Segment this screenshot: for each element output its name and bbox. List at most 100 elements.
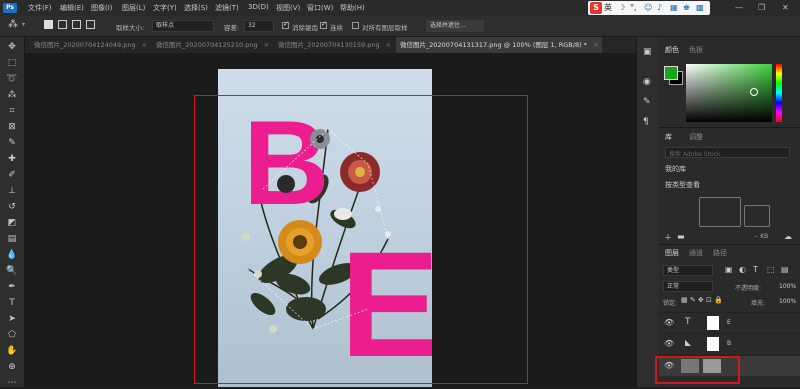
menu-edit[interactable]: 编辑(E) — [60, 3, 84, 13]
minimize-icon[interactable]: — — [735, 3, 743, 12]
doc-tab-1[interactable]: 微信图片_20200704124049.png × — [30, 37, 151, 53]
close-tab-icon[interactable]: × — [142, 41, 147, 49]
moon-icon[interactable]: ☽ — [618, 2, 625, 14]
select-and-mask-button[interactable]: 选择并遮住... — [426, 20, 484, 32]
paths-tab[interactable]: 路径 — [713, 248, 727, 258]
lasso-tool-icon[interactable]: ➰ — [4, 73, 20, 85]
hand-tool-icon[interactable]: ✋ — [4, 345, 20, 357]
toolbox-icon[interactable]: ▩ — [696, 2, 704, 14]
history-brush-icon[interactable]: ↺ — [4, 201, 20, 213]
menu-view[interactable]: 视图(V) — [276, 3, 300, 13]
menu-image[interactable]: 图像(I) — [91, 3, 113, 13]
doc-tab-4-active[interactable]: 微信图片_20200704131317.png @ 100% (图层 1, RG… — [396, 37, 603, 53]
subtract-selection-icon[interactable] — [72, 20, 81, 29]
swatches-tab[interactable]: 色板 — [689, 45, 703, 55]
contiguous-checkbox[interactable] — [320, 20, 327, 29]
magic-wand-tool-icon[interactable]: ⁂ — [4, 89, 20, 101]
close-tab-icon[interactable]: × — [264, 41, 269, 49]
healing-tool-icon[interactable]: ✚ — [4, 153, 20, 165]
color-panel-title[interactable]: 颜色 — [665, 45, 679, 55]
layer-row[interactable]: 👁 T E — [659, 312, 800, 333]
new-selection-icon[interactable] — [44, 20, 53, 29]
brush-tool-icon[interactable]: ✐ — [4, 169, 20, 181]
pen-tool-icon[interactable]: ✒ — [4, 281, 20, 293]
close-tab-icon[interactable]: × — [386, 41, 391, 49]
visibility-eye-icon[interactable]: 👁 — [664, 318, 674, 327]
close-tab-icon[interactable]: × — [593, 41, 598, 49]
visibility-eye-icon[interactable]: 👁 — [664, 339, 674, 348]
cloud-icon[interactable]: ☁ — [784, 232, 792, 241]
keyboard-icon[interactable]: ▦ — [670, 2, 678, 14]
layer-kind-filter[interactable]: 类型 — [663, 265, 713, 276]
color-picker-cursor[interactable] — [750, 88, 758, 96]
antialias-checkbox[interactable] — [282, 20, 289, 29]
close-icon[interactable]: ✕ — [782, 3, 789, 12]
menu-window[interactable]: 窗口(W) — [307, 3, 333, 13]
chevron-down-icon[interactable]: ▾ — [22, 21, 25, 28]
color-picker-field[interactable] — [686, 64, 772, 122]
menu-type[interactable]: 文字(Y) — [153, 3, 177, 13]
intersect-selection-icon[interactable] — [86, 20, 95, 29]
view-by-type-select[interactable]: 按类型查看 — [665, 180, 700, 190]
menu-3d[interactable]: 3D(D) — [248, 3, 269, 11]
filter-shape-icon[interactable]: ⬚ — [767, 265, 775, 274]
adjustments-tab[interactable]: 调整 — [689, 132, 703, 142]
properties-panel-icon[interactable]: ◉ — [643, 77, 651, 87]
crop-tool-icon[interactable]: ⌗ — [4, 105, 20, 117]
layers-panel-title[interactable]: 图层 — [665, 248, 679, 258]
blend-mode-select[interactable]: 正常 — [663, 281, 713, 292]
menu-select[interactable]: 选择(S) — [184, 3, 208, 13]
add-selection-icon[interactable] — [58, 20, 67, 29]
skin-icon[interactable]: ♚ — [683, 2, 690, 14]
menu-layer[interactable]: 图层(L) — [122, 3, 145, 13]
folder-add-icon[interactable]: ▬ — [677, 232, 685, 241]
move-tool-icon[interactable]: ✥ — [4, 41, 20, 53]
type-tool-icon[interactable]: T — [4, 297, 20, 309]
gradient-tool-icon[interactable]: ▤ — [4, 233, 20, 245]
punct-icon[interactable]: °, — [630, 2, 637, 14]
filter-pixel-icon[interactable]: ▣ — [725, 265, 733, 274]
eraser-tool-icon[interactable]: ◩ — [4, 217, 20, 229]
sample-size-select[interactable]: 取样点 — [152, 20, 214, 32]
path-select-icon[interactable]: ➤ — [4, 313, 20, 325]
blur-tool-icon[interactable]: 💧 — [4, 249, 20, 261]
doc-tab-2[interactable]: 微信图片_20200704125210.png × — [152, 37, 273, 53]
lock-pixels-icon[interactable]: ▦ ✎ ✥ ⊡ 🔒 — [681, 296, 723, 304]
history-panel-icon[interactable]: ▣ — [643, 47, 652, 57]
ime-lang[interactable]: 英 — [604, 2, 612, 14]
shape-tool-icon[interactable]: ⬠ — [4, 329, 20, 341]
magic-wand-icon[interactable]: ⁂ — [8, 19, 18, 30]
library-select[interactable]: 我的库 — [665, 164, 686, 174]
filter-smart-icon[interactable]: ▤ — [781, 265, 789, 274]
zoom-tool-icon[interactable]: ⊕ — [4, 361, 20, 373]
layer-row[interactable]: 👁 ◣ B — [659, 333, 800, 354]
add-icon[interactable]: ＋ — [664, 232, 672, 243]
foreground-color-swatch[interactable] — [664, 66, 678, 80]
brush-panel-icon[interactable]: ✎ — [643, 97, 651, 107]
opacity-input[interactable]: 100% — [779, 283, 796, 290]
menu-file[interactable]: 文件(F) — [28, 3, 52, 13]
ime-toolbar[interactable]: S 英 ☽ °, ☺ ♪ ▦ ♚ ▩ — [588, 1, 710, 15]
frame-tool-icon[interactable]: ⊠ — [4, 121, 20, 133]
filter-adjust-icon[interactable]: ◐ — [739, 265, 746, 274]
fill-input[interactable]: 100% — [779, 298, 796, 305]
dodge-tool-icon[interactable]: 🔍 — [4, 265, 20, 277]
more-tools-icon[interactable]: ⋯ — [4, 377, 20, 389]
paragraph-panel-icon[interactable]: ¶ — [643, 117, 649, 127]
emoji-icon[interactable]: ☺ — [644, 2, 652, 14]
stamp-tool-icon[interactable]: ⊥ — [4, 185, 20, 197]
menu-help[interactable]: 帮助(H) — [340, 3, 365, 13]
eyedropper-tool-icon[interactable]: ✎ — [4, 137, 20, 149]
maximize-icon[interactable]: ❐ — [758, 3, 765, 12]
menu-filter[interactable]: 滤镜(T) — [215, 3, 239, 13]
hue-slider[interactable] — [776, 64, 782, 122]
mic-icon[interactable]: ♪ — [657, 2, 662, 14]
marquee-tool-icon[interactable]: ⬚ — [4, 57, 20, 69]
library-panel-title[interactable]: 库 — [665, 132, 672, 142]
library-search-input[interactable]: 搜索 Adobe Stock — [665, 147, 790, 158]
channels-tab[interactable]: 通道 — [689, 248, 703, 258]
all-layers-checkbox[interactable] — [352, 22, 359, 29]
doc-tab-3[interactable]: 微信图片_20200704130159.png × — [274, 37, 395, 53]
tolerance-input[interactable]: 32 — [244, 20, 274, 32]
filter-type-icon[interactable]: T — [753, 265, 758, 274]
